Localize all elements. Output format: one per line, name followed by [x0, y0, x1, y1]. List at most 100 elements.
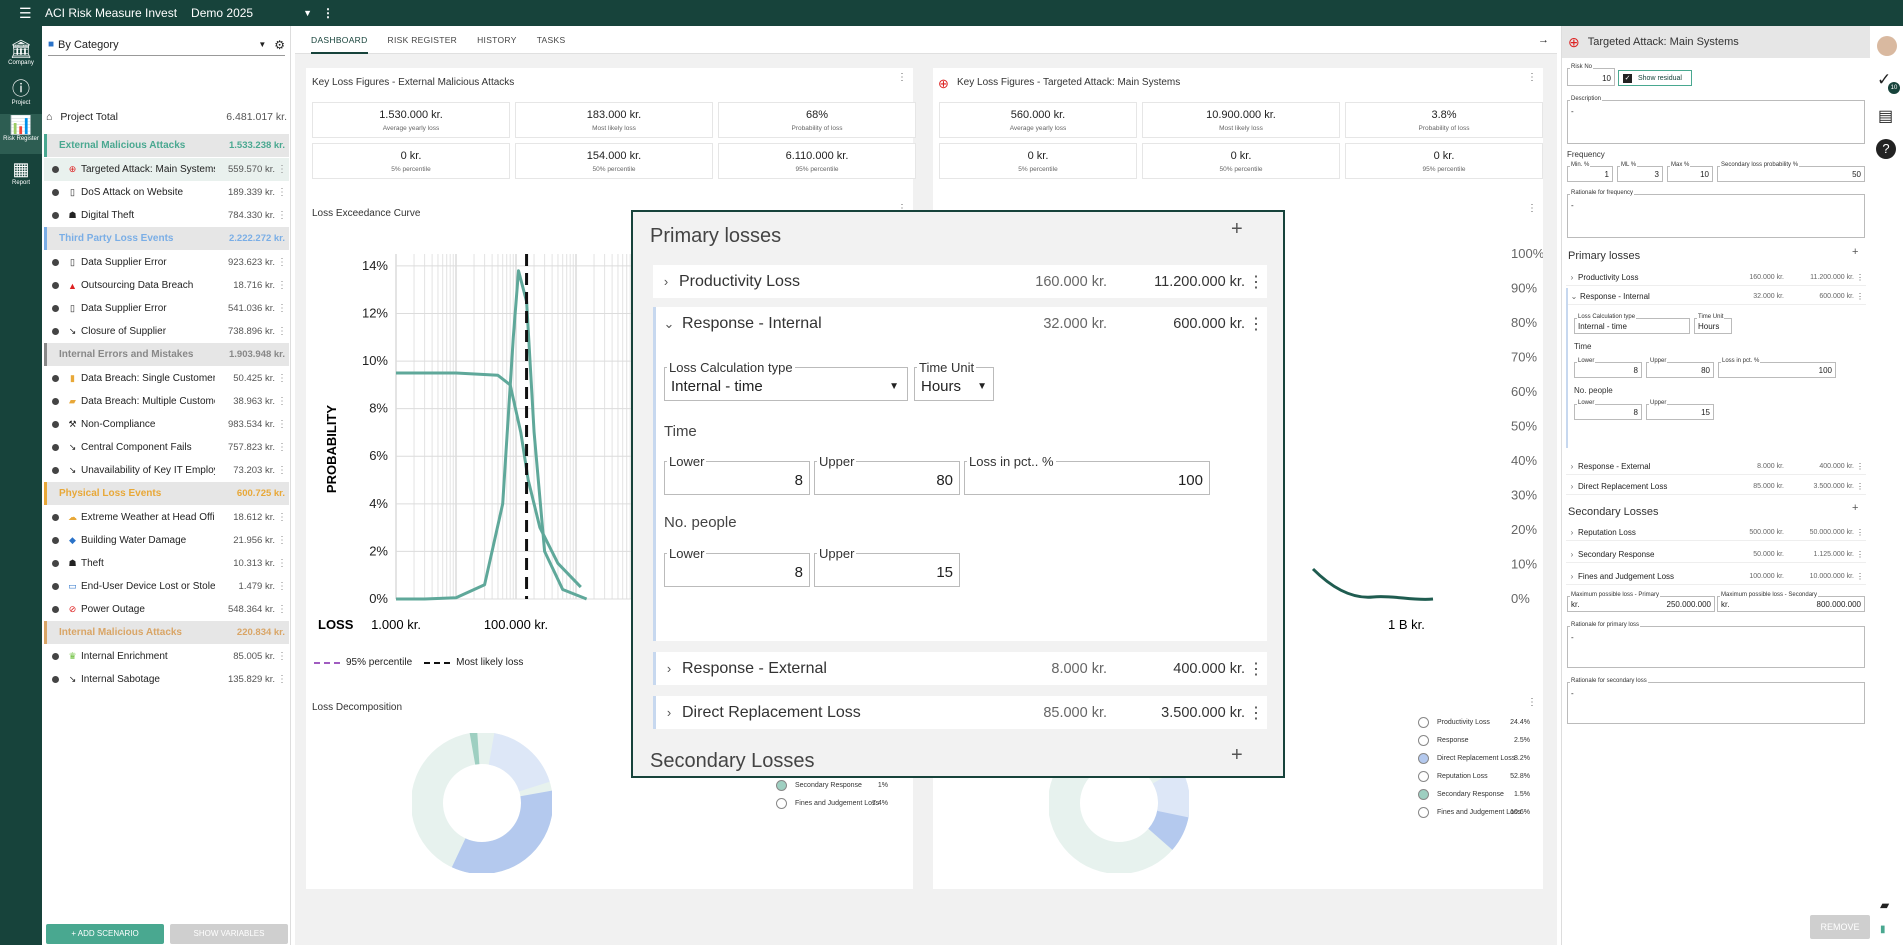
kebab-icon[interactable]: ⋮: [1854, 550, 1866, 559]
kebab-icon[interactable]: ⋮: [1854, 482, 1866, 491]
kebab-icon[interactable]: ⋮: [275, 465, 289, 476]
scenario-item[interactable]: ▭ End-User Device Lost or Stolen 1.479 kr.…: [44, 575, 289, 598]
max-input[interactable]: Max % 10: [1667, 162, 1713, 182]
scenario-item[interactable]: ▯ Data Supplier Error 923.623 kr. ⋮: [44, 251, 289, 274]
feedback-icon[interactable]: ▰: [1880, 898, 1889, 912]
scenario-item[interactable]: ▯ Data Supplier Error 541.036 kr. ⋮: [44, 297, 289, 320]
stats-icon[interactable]: ▮: [1880, 924, 1886, 935]
time-unit-select[interactable]: Time Unit Hours ▼: [914, 360, 994, 401]
kebab-icon[interactable]: ⋮: [1854, 462, 1866, 471]
kebab-icon[interactable]: ⋮: [275, 396, 289, 407]
scenario-item[interactable]: ↘ Central Component Fails 757.823 kr. ⋮: [44, 436, 289, 459]
kebab-icon[interactable]: ⋮: [1527, 72, 1537, 83]
scenario-item[interactable]: ☗ Digital Theft 784.330 kr. ⋮: [44, 204, 289, 227]
scenario-item[interactable]: ↘ Unavailability of Key IT Employe 73.203 …: [44, 459, 289, 482]
kebab-icon[interactable]: ⋮: [1245, 314, 1267, 334]
category-group[interactable]: Internal Errors and Mistakes 1.903.948 kr…: [44, 343, 289, 366]
time-upper-input[interactable]: Upper 80: [814, 454, 960, 495]
people-upper-input[interactable]: Upper 15: [814, 546, 960, 587]
scenario-item[interactable]: ▰ Data Breach: Multiple Customer 38.963 kr…: [44, 390, 289, 413]
kebab-icon[interactable]: ⋮: [1245, 272, 1267, 292]
kebab-icon[interactable]: ⋮: [275, 535, 289, 546]
category-group[interactable]: Internal Malicious Attacks 220.834 kr.: [44, 621, 289, 644]
rationale-frequency-field[interactable]: Rationale for frequency -: [1567, 190, 1865, 238]
loss-pct-input[interactable]: Loss in pct.. % 100: [964, 454, 1210, 495]
project-selector[interactable]: Demo 2025: [191, 6, 253, 20]
tab-history[interactable]: HISTORY: [477, 26, 517, 54]
r-people-lower[interactable]: Lower 8: [1574, 400, 1642, 420]
kebab-icon[interactable]: ⋮: [275, 651, 289, 662]
kebab-icon[interactable]: ⋮: [1245, 659, 1267, 679]
legend-entry[interactable]: Fines and Judgement Loss 7.4%: [776, 798, 888, 809]
kebab-icon[interactable]: ⋮: [1854, 528, 1866, 537]
add-primary-icon[interactable]: +: [1231, 218, 1243, 241]
r-reputation-loss[interactable]: › Reputation Loss 500.000 kr. 50.000.000 k…: [1566, 524, 1866, 541]
loss-calculation-select[interactable]: Loss Calculation type Internal - time ▼: [664, 360, 908, 401]
people-lower-input[interactable]: Lower 8: [664, 546, 810, 587]
time-lower-input[interactable]: Lower 8: [664, 454, 810, 495]
arrow-right-icon[interactable]: →: [1538, 34, 1549, 46]
ml-input[interactable]: ML % 3: [1617, 162, 1663, 182]
risk-no-input[interactable]: Risk No 10: [1567, 64, 1615, 86]
kebab-icon[interactable]: ⋮: [275, 303, 289, 314]
kebab-icon[interactable]: ⋮: [275, 326, 289, 337]
rail-report[interactable]: ▦ Report: [0, 158, 42, 190]
tab-tasks[interactable]: TASKS: [537, 26, 566, 54]
view-selector[interactable]: ■ By Category ▼ ⚙: [48, 34, 285, 56]
r-productivity-loss[interactable]: › Productivity Loss 160.000 kr. 11.200.000…: [1566, 269, 1866, 286]
r-time-upper[interactable]: Upper 80: [1646, 358, 1714, 378]
kebab-icon[interactable]: ⋮: [275, 558, 289, 569]
kebab-icon[interactable]: ⋮: [275, 581, 289, 592]
kebab-icon[interactable]: ⋮: [1527, 203, 1537, 214]
menu-icon[interactable]: ☰: [19, 5, 37, 22]
category-group[interactable]: Physical Loss Events 600.725 kr.: [44, 482, 289, 505]
add-primary-icon[interactable]: +: [1852, 246, 1858, 258]
r-direct-replacement[interactable]: › Direct Replacement Loss 85.000 kr. 3.500…: [1566, 478, 1866, 495]
add-secondary-icon[interactable]: +: [1231, 744, 1243, 767]
kebab-icon[interactable]: ⋮: [897, 72, 907, 83]
kebab-icon[interactable]: ⋮: [275, 674, 289, 685]
scenario-item[interactable]: ↘ Internal Sabotage 135.829 kr. ⋮: [44, 668, 289, 691]
kebab-icon[interactable]: ⋮: [275, 373, 289, 384]
r-loss-calc-select[interactable]: Loss Calculation type Internal - time: [1574, 314, 1690, 334]
chevron-down-icon[interactable]: ▼: [303, 8, 312, 18]
category-group[interactable]: Third Party Loss Events 2.222.272 kr.: [44, 227, 289, 250]
rationale-secondary-field[interactable]: Rationale for secondary loss -: [1567, 678, 1865, 724]
accordion-direct-replacement[interactable]: › Direct Replacement Loss 85.000 kr. 3.5…: [653, 696, 1267, 729]
kebab-icon[interactable]: ⋮: [1245, 703, 1267, 723]
max-primary-input[interactable]: Maximum possible loss - Primary kr. 250.…: [1567, 592, 1715, 612]
add-secondary-icon[interactable]: +: [1852, 502, 1858, 514]
notes-icon[interactable]: ▤: [1878, 106, 1893, 126]
rail-company[interactable]: 🏛 Company: [0, 38, 42, 68]
r-fines-judgement[interactable]: › Fines and Judgement Loss 100.000 kr. 10.…: [1566, 568, 1866, 585]
rationale-primary-field[interactable]: Rationale for primary loss -: [1567, 622, 1865, 668]
scenario-item[interactable]: ▲ Outsourcing Data Breach 18.716 kr. ⋮: [44, 274, 289, 297]
legend-entry[interactable]: Response 2.5%: [1418, 735, 1530, 746]
tab-dashboard[interactable]: DASHBOARD: [311, 26, 368, 54]
legend-entry[interactable]: Reputation Loss 52.8%: [1418, 771, 1530, 782]
legend-entry[interactable]: Fines and Judgement Loss 10.6%: [1418, 807, 1530, 818]
r-response-external[interactable]: › Response - External 8.000 kr. 400.000 kr…: [1566, 458, 1866, 475]
r-time-unit-select[interactable]: Time Unit Hours: [1694, 314, 1732, 334]
project-total-row[interactable]: ⌂ Project Total 6.481.017 kr.: [42, 102, 291, 132]
gear-icon[interactable]: ⚙: [274, 38, 285, 52]
r-secondary-response[interactable]: › Secondary Response 50.000 kr. 1.125.000 …: [1566, 546, 1866, 563]
kebab-icon[interactable]: ⋮: [1527, 697, 1537, 708]
kebab-icon[interactable]: ⋮: [1854, 273, 1866, 282]
legend-entry[interactable]: Productivity Loss 24.4%: [1418, 717, 1530, 728]
kebab-icon[interactable]: ⋮: [275, 257, 289, 268]
avatar[interactable]: [1877, 36, 1897, 56]
kebab-icon[interactable]: ⋮: [275, 512, 289, 523]
rail-project[interactable]: ⓘ Project: [0, 78, 42, 108]
scenario-item[interactable]: ▮ Data Breach: Single Customer R 50.425 kr…: [44, 367, 289, 390]
scenario-item[interactable]: ⊕ Targeted Attack: Main Systems 559.570 kr…: [44, 158, 289, 181]
max-secondary-input[interactable]: Maximum possible loss - Secondary kr. 80…: [1717, 592, 1865, 612]
kebab-icon[interactable]: ⋮: [1854, 572, 1866, 581]
scenario-item[interactable]: ♛ Internal Enrichment 85.005 kr. ⋮: [44, 645, 289, 668]
accordion-productivity-loss[interactable]: › Productivity Loss 160.000 kr. 11.200.0…: [653, 265, 1267, 298]
kebab-icon[interactable]: ⋮: [275, 280, 289, 291]
category-group[interactable]: External Malicious Attacks 1.533.238 kr.: [44, 134, 289, 157]
min-input[interactable]: Min. % 1: [1567, 162, 1613, 182]
legend-entry[interactable]: Direct Replacement Loss 8.2%: [1418, 753, 1530, 764]
kebab-icon[interactable]: ⋮: [275, 604, 289, 615]
